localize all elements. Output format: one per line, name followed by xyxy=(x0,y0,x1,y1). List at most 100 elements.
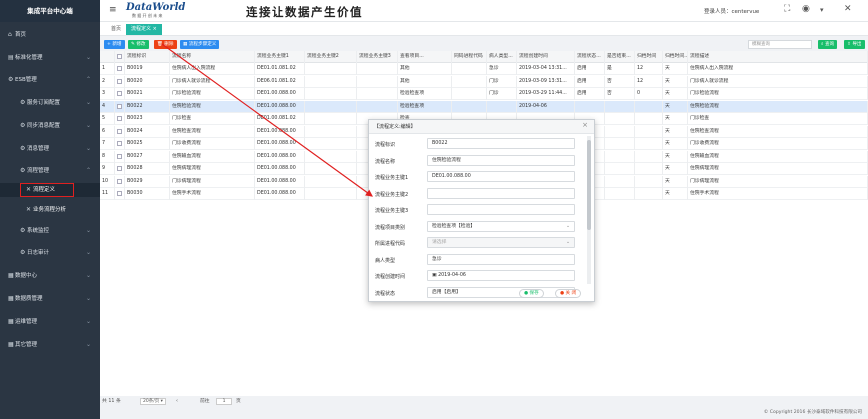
sidebar-item-home[interactable]: ⌂ 首页 xyxy=(0,28,100,42)
export-button[interactable]: ⇪ 导出 xyxy=(844,40,865,49)
sidebar-item-message[interactable]: ⚙ 消息管理 ⌄ xyxy=(0,142,100,156)
table-cell xyxy=(605,113,635,125)
column-header[interactable] xyxy=(100,51,115,63)
column-header[interactable]: 归档时间... xyxy=(663,51,688,63)
prev-page-icon[interactable]: ‹ xyxy=(176,396,178,407)
row-checkbox[interactable] xyxy=(117,66,122,71)
sidebar-item-subscribe[interactable]: ⚙ 服务订阅配置 ⌄ xyxy=(0,96,100,110)
sidebar-item-standard[interactable]: ▤标准化管理 ⌄ xyxy=(0,51,100,65)
field-select[interactable]: 启用【启用】⌄ xyxy=(427,286,575,298)
table-cell: 11 xyxy=(100,188,115,200)
close-button[interactable]: ● 关 闭 xyxy=(555,289,582,298)
field-input[interactable]: 住院检验流程 xyxy=(427,154,575,166)
column-header[interactable]: 流程业务主键3 xyxy=(357,51,398,63)
row-checkbox[interactable] xyxy=(117,178,122,184)
field-value: 请选择 xyxy=(432,240,447,245)
save-button[interactable]: ● 保存 xyxy=(519,289,544,298)
table-row[interactable]: 1 B0019 住院病人出入院流程 DE01.01.081.02 其他 急诊 2019-03… xyxy=(100,63,868,75)
table-row[interactable]: 4 B0022 住院检验流程 DE01.00.088.00 检验检查项 2019-04-0… xyxy=(100,100,868,113)
field-input[interactable] xyxy=(427,204,575,215)
column-header[interactable]: 查看项目... xyxy=(398,51,452,63)
menu-toggle-icon[interactable]: ≡ xyxy=(109,5,117,15)
close-icon[interactable]: ✕ xyxy=(844,4,852,14)
column-header[interactable]: 流程创建时间 xyxy=(517,51,575,63)
table-row[interactable]: 2 B0020 门诊病人就诊流程 DE06.01.081.02 其他 门诊 2019-03-… xyxy=(100,75,868,88)
close-icon[interactable]: × xyxy=(582,121,588,129)
date-field[interactable]: ▣ 2019-04-06 xyxy=(427,270,575,281)
field-value: 检验检查项【检验】 xyxy=(432,223,476,229)
flow-step-button[interactable]: ▦ 流程步骤定义 xyxy=(180,40,220,49)
search-input[interactable]: 模糊查询 xyxy=(748,40,812,49)
column-header[interactable]: 是否结束... xyxy=(605,51,635,63)
column-header[interactable]: 流程业务主键2 xyxy=(305,51,357,63)
column-header[interactable]: 病人类型... xyxy=(487,51,517,63)
column-header[interactable]: 流程状态... xyxy=(575,51,605,63)
row-checkbox[interactable] xyxy=(117,191,122,196)
save-label: 保存 xyxy=(529,291,539,296)
table-row[interactable]: 3 B0021 门诊检验流程 DE01.00.088.00 检验检查项 门诊 2019-03… xyxy=(100,88,868,100)
column-header[interactable] xyxy=(115,51,125,63)
sidebar-item-log[interactable]: ⚙ 日志审计 ⌄ xyxy=(0,246,100,260)
tab-flow-definition[interactable]: 流程定义 × xyxy=(126,24,162,35)
sidebar-item-sync[interactable]: ⚙ 同步消息配置 ⌄ xyxy=(0,119,100,133)
edit-button[interactable]: ✎ 修改 xyxy=(128,40,149,49)
field-label: 病人类型 xyxy=(375,257,396,264)
page-size-select[interactable]: 20条/页 ▾ xyxy=(140,398,166,405)
sidebar-item-esb[interactable]: ⚙ ESB管理 ⌃ xyxy=(0,73,100,87)
chevron-down-icon[interactable]: ▾ xyxy=(820,6,824,14)
sidebar-item-datacenter[interactable]: ▦数据中心 ⌄ xyxy=(0,269,100,283)
table-cell xyxy=(452,88,487,100)
field-select[interactable]: 请选择 ⌄ xyxy=(427,237,575,248)
field-input[interactable]: B0022 xyxy=(427,138,575,149)
row-checkbox[interactable] xyxy=(117,91,122,96)
table-cell: 天 xyxy=(663,100,688,113)
fullscreen-icon[interactable]: ⛶ xyxy=(784,4,790,14)
sidebar-item-analysis[interactable]: ✕ 业务流程分析 xyxy=(0,203,100,217)
row-checkbox[interactable] xyxy=(117,141,122,146)
user-avatar-icon[interactable]: ◉ xyxy=(802,4,810,14)
sidebar-item-other[interactable]: ▦其它管理 ⌄ xyxy=(0,338,100,352)
close-icon[interactable]: × xyxy=(153,26,157,32)
field-input[interactable] xyxy=(427,187,575,199)
table-cell xyxy=(635,175,663,188)
field-select[interactable]: 检验检查项【检验】 ⌄ xyxy=(427,220,575,232)
table-cell: 门诊收费流程 xyxy=(688,138,868,150)
row-checkbox[interactable] xyxy=(117,103,122,109)
row-checkbox[interactable] xyxy=(117,128,122,134)
column-header[interactable]: 流程标识 xyxy=(125,51,170,63)
field-input[interactable]: 急诊 xyxy=(427,253,575,265)
row-checkbox[interactable] xyxy=(117,116,122,121)
sidebar-item-monitor[interactable]: ⚙ 系统监控 ⌄ xyxy=(0,224,100,238)
scrollbar-thumb[interactable] xyxy=(587,140,591,230)
sidebar-item-quality[interactable]: ▦数据质管理 ⌄ xyxy=(0,292,100,306)
sidebar-item-flow[interactable]: ⚙ 流程管理 ⌃ xyxy=(0,164,100,178)
column-header[interactable]: 流程业务主键1 xyxy=(255,51,305,63)
field-value: 2019-04-06 xyxy=(438,273,466,278)
chevron-down-icon: ⌄ xyxy=(85,227,91,234)
toolbar: + 新增 ✎ 修改 🗑 删除 ▦ 流程步骤定义 模糊查询 ⌕ 查询 ⇪ 导出 xyxy=(100,37,868,51)
table-cell xyxy=(115,138,125,150)
column-header[interactable]: 流程名称 xyxy=(170,51,255,63)
row-checkbox[interactable] xyxy=(117,78,122,84)
table-cell xyxy=(305,75,357,88)
table-cell: 住院检查流程 xyxy=(688,125,868,138)
row-checkbox[interactable] xyxy=(117,166,122,171)
table-cell: 12 xyxy=(635,75,663,88)
delete-button[interactable]: 🗑 删除 xyxy=(154,40,177,49)
column-header[interactable]: 归档时间 xyxy=(635,51,663,63)
field-input[interactable]: DE01.00.088.00 xyxy=(427,171,575,182)
field-label: 流程项目类别 xyxy=(375,224,406,231)
table-cell xyxy=(115,188,125,200)
select-all-checkbox[interactable] xyxy=(117,54,122,59)
add-button[interactable]: + 新增 xyxy=(104,40,125,49)
column-header[interactable]: 流程描述 xyxy=(688,51,868,63)
query-button[interactable]: ⌕ 查询 xyxy=(818,40,838,49)
column-header[interactable]: 同码进程代码 xyxy=(452,51,487,63)
sidebar-item-ops[interactable]: ▦运维管理 ⌄ xyxy=(0,315,100,329)
table-cell: 4 xyxy=(100,100,115,113)
table-cell xyxy=(305,63,357,75)
table-cell: 住院手术流程 xyxy=(688,188,868,200)
tab-home[interactable]: 首页 xyxy=(106,24,126,35)
row-checkbox[interactable] xyxy=(117,153,122,159)
page-input[interactable]: 1 xyxy=(216,398,232,405)
